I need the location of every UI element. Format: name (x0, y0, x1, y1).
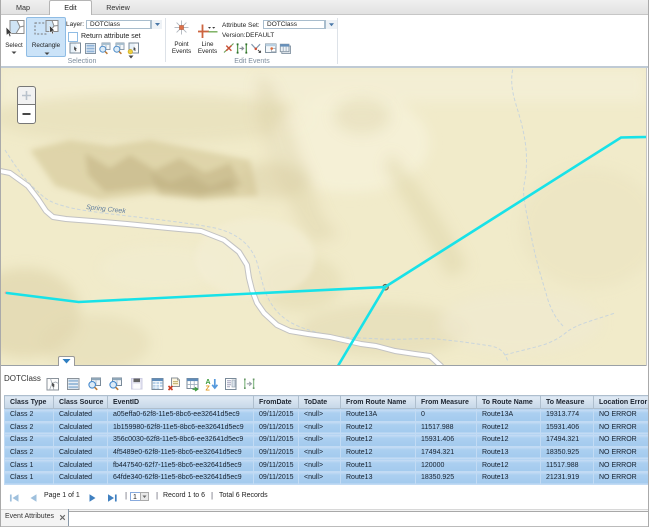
svg-text:Z: Z (206, 386, 211, 392)
